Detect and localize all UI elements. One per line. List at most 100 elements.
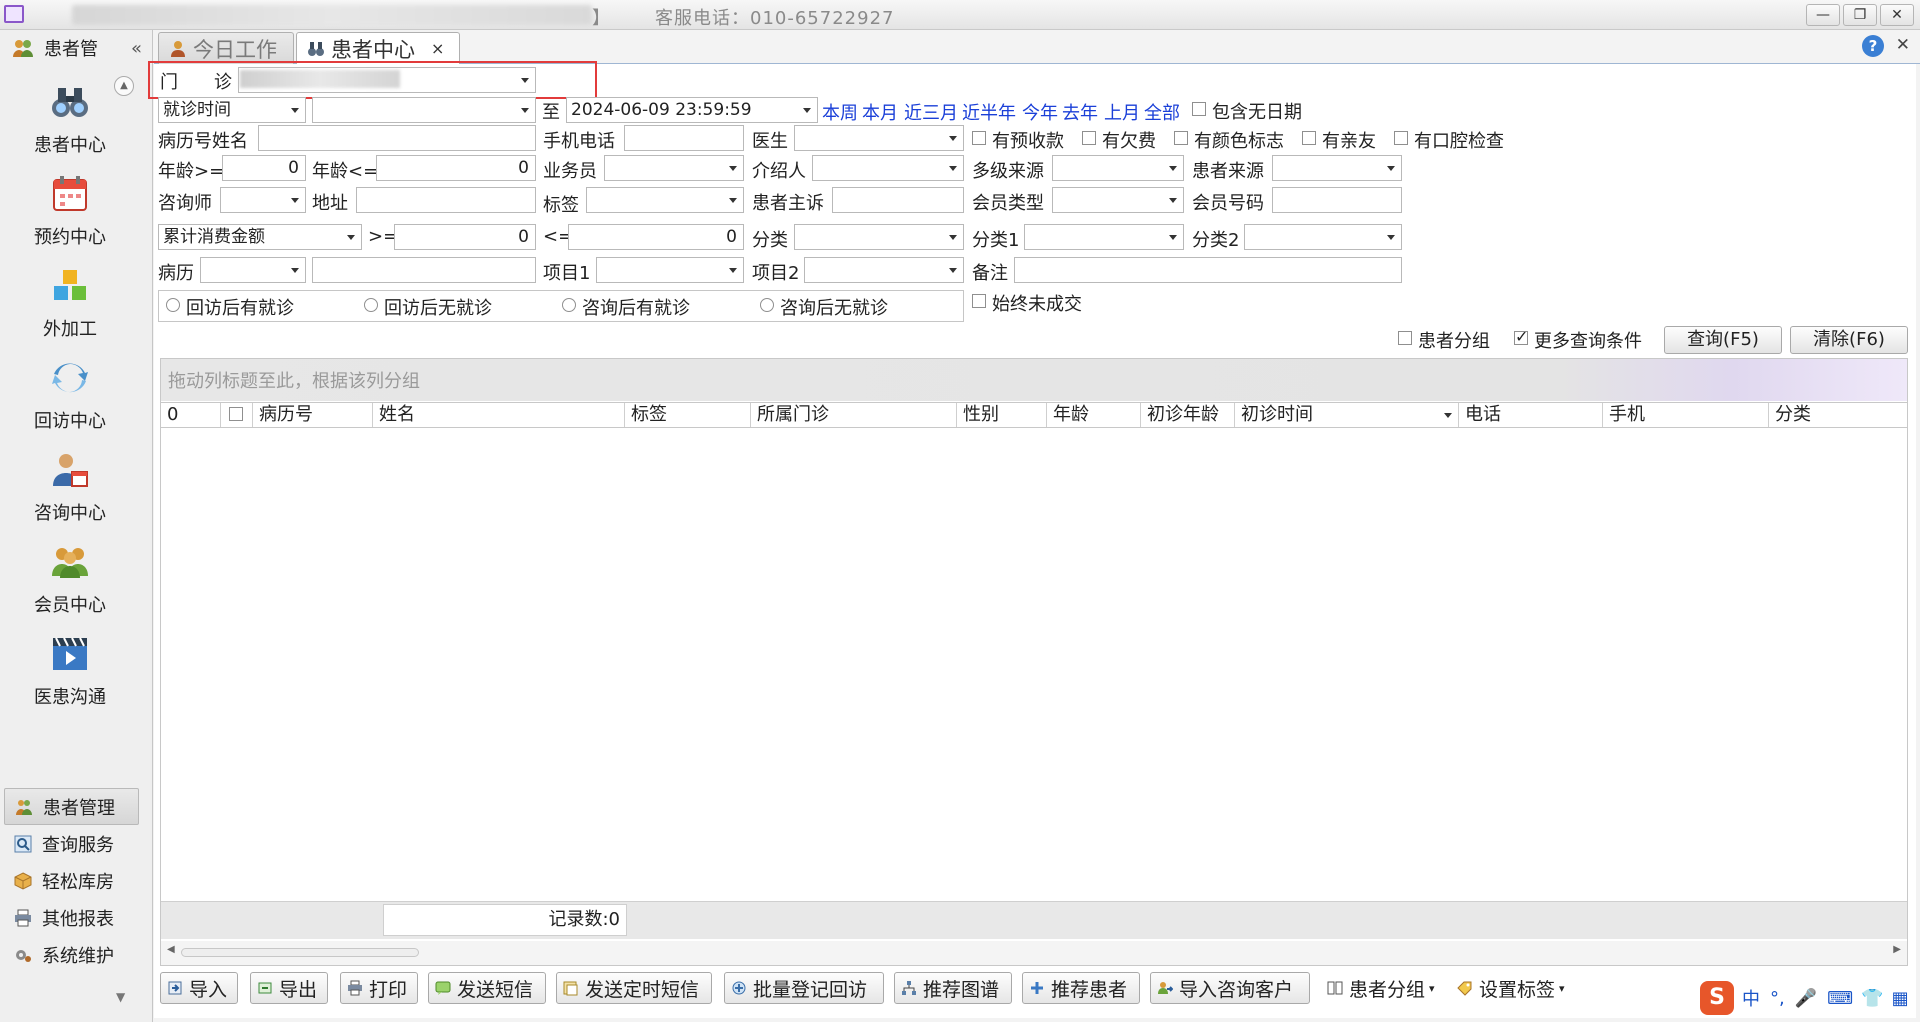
amount-gte-input[interactable]: 0 (394, 224, 536, 250)
nav-followup-center[interactable]: 回访中心 (0, 358, 140, 444)
range-this-month[interactable]: 本月 (862, 99, 898, 125)
radio-followup-novisit[interactable] (364, 298, 378, 312)
scroll-down-icon[interactable]: ▼ (116, 990, 125, 1004)
close-tab-icon[interactable]: × (431, 39, 444, 58)
oral-exam-checkbox[interactable] (1394, 131, 1408, 145)
ime-toolbar[interactable]: S 中 °, 🎤 ⌨ 👕 ▦ (1700, 980, 1920, 1016)
nav-consult-center[interactable]: 咨询中心 (0, 450, 140, 536)
print-button[interactable]: 打印 (340, 972, 418, 1004)
category-select[interactable] (794, 224, 964, 250)
radio-consult-novisit[interactable] (760, 298, 774, 312)
multi-source-select[interactable] (1052, 155, 1184, 181)
date-to-select[interactable]: 2024-06-09 23:59:59 (566, 97, 818, 123)
export-button[interactable]: 导出 (250, 972, 328, 1004)
remark-input[interactable] (1014, 257, 1402, 283)
record-select[interactable] (200, 257, 306, 283)
category1-select[interactable] (1024, 224, 1184, 250)
scroll-thumb[interactable] (181, 948, 419, 957)
referral-map-button[interactable]: 推荐图谱 (894, 972, 1012, 1004)
include-no-date-checkbox[interactable] (1192, 102, 1206, 116)
record-name-input[interactable] (258, 125, 536, 151)
scroll-right-icon[interactable]: ▶ (1893, 944, 1901, 955)
date-from-select[interactable] (312, 97, 536, 123)
address-input[interactable] (356, 187, 536, 213)
mobile-input[interactable] (624, 125, 744, 151)
range-this-year[interactable]: 今年 (1022, 99, 1058, 125)
recommend-patient-button[interactable]: 推荐患者 (1022, 972, 1140, 1004)
col-mobile[interactable]: 手机 (1603, 403, 1769, 427)
menu-icon[interactable]: ▦ (1892, 988, 1909, 1009)
col-first-time[interactable]: 初诊时间 (1235, 403, 1459, 427)
amount-lte-input[interactable]: 0 (568, 224, 744, 250)
nav-member-center[interactable]: 会员中心 (0, 542, 140, 628)
more-conditions-checkbox[interactable] (1514, 327, 1528, 346)
nav-outsourcing[interactable]: 外加工 (0, 266, 140, 352)
range-this-week[interactable]: 本周 (822, 99, 858, 125)
arrears-checkbox[interactable] (1082, 131, 1096, 145)
relatives-checkbox[interactable] (1302, 131, 1316, 145)
range-all[interactable]: 全部 (1144, 99, 1180, 125)
col-phone[interactable]: 电话 (1459, 403, 1603, 427)
col-select[interactable] (221, 403, 253, 427)
collapse-icon[interactable]: « (131, 38, 142, 59)
range-three-months[interactable]: 近三月 (904, 99, 958, 125)
import-consult-client-button[interactable]: 导入咨询客户 (1150, 972, 1310, 1004)
nav-patient-center[interactable]: 患者中心 (0, 82, 140, 168)
color-flag-checkbox[interactable] (1174, 131, 1188, 145)
range-last-year[interactable]: 去年 (1062, 99, 1098, 125)
clear-button[interactable]: 清除(F6) (1790, 326, 1908, 354)
prepaid-checkbox[interactable] (972, 131, 986, 145)
import-button[interactable]: 导入 (160, 972, 238, 1004)
restore-button[interactable]: ❐ (1843, 4, 1877, 26)
col-category[interactable]: 分类 (1769, 403, 1907, 427)
tab-patient-center[interactable]: 患者中心 × (296, 32, 460, 64)
bottom-nav-system-maintenance[interactable]: 系统维护 (0, 936, 153, 973)
set-tag-menu[interactable]: 设置标签 ▾ (1450, 972, 1574, 1004)
col-clinic[interactable]: 所属门诊 (751, 403, 957, 427)
horizontal-scrollbar[interactable]: ◀ ▶ (161, 941, 1907, 965)
keyboard-icon[interactable]: ⌨ (1827, 988, 1853, 1009)
complaint-input[interactable] (832, 187, 964, 213)
group-by-area[interactable]: 拖动列标题至此，根据该列分组 (161, 359, 1907, 401)
col-name[interactable]: 姓名 (373, 403, 625, 427)
patient-group-checkbox[interactable] (1398, 331, 1412, 345)
close-icon[interactable]: ✕ (1896, 35, 1910, 55)
member-no-input[interactable] (1272, 187, 1402, 213)
item1-select[interactable] (596, 257, 744, 283)
salesman-select[interactable] (604, 155, 744, 181)
close-button[interactable]: ✕ (1880, 4, 1914, 26)
nav-doctor-patient-comm[interactable]: 医患沟通 (0, 634, 140, 720)
range-last-month[interactable]: 上月 (1104, 99, 1140, 125)
record-input[interactable] (312, 257, 536, 283)
member-type-select[interactable] (1052, 187, 1184, 213)
tab-today-work[interactable]: 今日工作 (158, 32, 294, 64)
query-button[interactable]: 查询(F5) (1664, 326, 1782, 354)
age-gte-input[interactable]: 0 (222, 155, 306, 181)
category2-select[interactable] (1244, 224, 1402, 250)
skin-icon[interactable]: 👕 (1861, 988, 1883, 1009)
col-gender[interactable]: 性别 (957, 403, 1047, 427)
patient-group-menu[interactable]: 患者分组 ▾ (1320, 972, 1448, 1004)
col-tag[interactable]: 标签 (625, 403, 751, 427)
never-deal-checkbox[interactable] (972, 294, 986, 308)
send-sms-button[interactable]: 发送短信 (428, 972, 546, 1004)
help-icon[interactable]: ? (1862, 35, 1884, 57)
radio-consult-visit[interactable] (562, 298, 576, 312)
date-type-select[interactable]: 就诊时间 (158, 97, 306, 123)
scroll-left-icon[interactable]: ◀ (167, 944, 175, 955)
microphone-icon[interactable]: 🎤 (1795, 988, 1817, 1009)
ime-mode[interactable]: 中 (1742, 985, 1760, 1011)
age-lte-input[interactable]: 0 (376, 155, 536, 181)
patient-source-select[interactable] (1272, 155, 1402, 181)
minimize-button[interactable]: — (1806, 4, 1840, 26)
doctor-select[interactable] (794, 125, 964, 151)
bottom-nav-other-reports[interactable]: 其他报表 (0, 899, 153, 936)
col-record-no[interactable]: 病历号 (253, 403, 373, 427)
nav-appointment-center[interactable]: 预约中心 (0, 174, 140, 260)
tag-select[interactable] (586, 187, 744, 213)
select-all-checkbox[interactable] (229, 407, 243, 421)
bottom-nav-query-service[interactable]: 查询服务 (0, 825, 153, 862)
consultant-select[interactable] (220, 187, 306, 213)
send-timed-sms-button[interactable]: 发送定时短信 (556, 972, 712, 1004)
item2-select[interactable] (804, 257, 964, 283)
